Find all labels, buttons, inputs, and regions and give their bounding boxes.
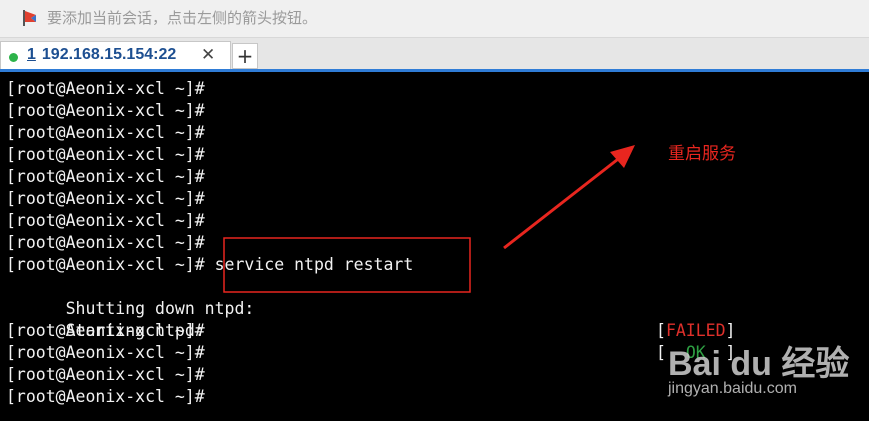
tab-title: 192.168.15.154:22 [41,46,177,63]
tab-number: 1 [27,46,36,63]
connection-status-icon [9,53,18,62]
tab-label: 1 192.168.15.154:22 [27,46,176,64]
session-hint-bar: 要添加当前会话，点击左侧的箭头按钮。 [0,0,869,38]
close-icon[interactable]: ✕ [201,45,215,65]
new-tab-button[interactable]: + [232,43,258,69]
tab-session-1[interactable]: 1 192.168.15.154:22 ✕ [0,41,231,69]
start-text: Starting ntpd: [65,321,205,340]
terminal-line-start: Starting ntpd: [ OK ] [6,298,736,362]
terminal-line: [root@Aeonix-xcl ~]# [6,79,205,98]
session-flag-icon[interactable] [22,9,40,27]
baidu-watermark-url: jingyan.baidu.com [668,380,797,397]
terminal-line: [root@Aeonix-xcl ~]# [6,123,205,142]
terminal-line-command: [root@Aeonix-xcl ~]# service ntpd restar… [6,255,414,274]
terminal-line: [root@Aeonix-xcl ~]# [6,101,205,120]
terminal-line: [root@Aeonix-xcl ~]# [6,145,205,164]
baidu-watermark-logo: Bai du 经验 [668,345,850,383]
terminal-line: [root@Aeonix-xcl ~]# [6,211,205,230]
terminal-lines: [root@Aeonix-xcl ~]# [root@Aeonix-xcl ~]… [6,78,736,408]
session-hint-text: 要添加当前会话，点击左侧的箭头按钮。 [47,9,318,27]
annotation-label: 重启服务 [668,144,736,164]
terminal-line: [root@Aeonix-xcl ~]# [6,387,205,406]
terminal-line: [root@Aeonix-xcl ~]# [6,365,205,384]
terminal-line: [root@Aeonix-xcl ~]# [6,167,205,186]
terminal-line-shutdown: Shutting down ntpd: [FAILED] [6,276,736,340]
tab-bar: 1 192.168.15.154:22 ✕ + [0,38,869,72]
terminal-line: [root@Aeonix-xcl ~]# [6,343,205,362]
terminal-line: [root@Aeonix-xcl ~]# [6,189,205,208]
terminal-line: [root@Aeonix-xcl ~]# [6,233,205,252]
